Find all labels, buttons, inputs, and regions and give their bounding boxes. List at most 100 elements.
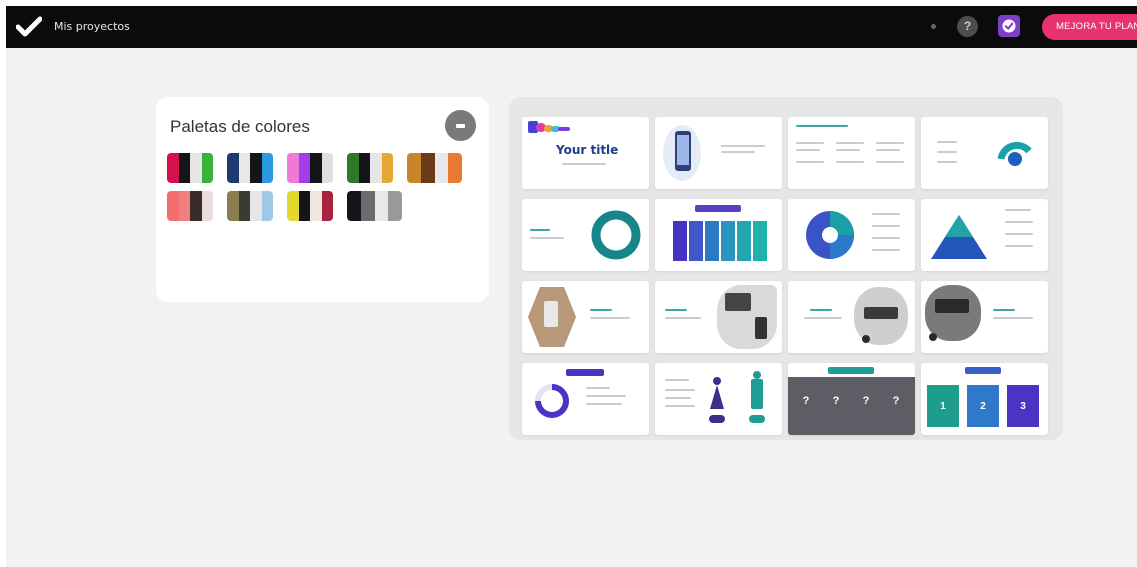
slide-heading-bar [828, 367, 874, 374]
palette-color [178, 153, 190, 183]
slide-title-text: Your title [556, 143, 619, 157]
laptop-icon [935, 299, 969, 313]
laptop-icon [725, 293, 751, 311]
template-slide-9[interactable] [522, 281, 649, 353]
template-slide-1[interactable]: Your title [522, 117, 649, 189]
laptop-icon [864, 307, 898, 319]
phone-screen [677, 135, 689, 165]
slide-text-line [836, 142, 864, 144]
slide-text-line [937, 151, 957, 153]
template-slide-16[interactable]: 1 2 3 [921, 363, 1048, 435]
template-slide-11[interactable] [788, 281, 915, 353]
template-slide-5[interactable] [522, 199, 649, 271]
palette-color [407, 153, 421, 183]
phone-icon [755, 317, 767, 339]
palette-color [347, 153, 359, 183]
color-palette-swatch[interactable] [227, 153, 273, 183]
template-slide-14[interactable] [655, 363, 782, 435]
color-palette-swatch[interactable] [347, 153, 393, 183]
palette-color [321, 153, 333, 183]
slide-text-line [1005, 245, 1033, 247]
color-palette-swatch[interactable] [167, 153, 213, 183]
palette-color [298, 191, 310, 221]
slide-text-line [721, 151, 755, 153]
slide-text-line [872, 237, 900, 239]
palette-color [227, 191, 239, 221]
splash-shape [558, 127, 570, 131]
palette-color [201, 191, 213, 221]
column-block [705, 221, 719, 261]
slide-heading-line [993, 309, 1015, 311]
palette-color [238, 153, 250, 183]
palette-color [388, 191, 402, 221]
palette-color [321, 191, 333, 221]
palette-color [287, 191, 299, 221]
template-slide-7[interactable] [788, 199, 915, 271]
color-palette-swatch[interactable] [347, 191, 402, 221]
slide-text-line [804, 317, 842, 319]
color-palette-swatch[interactable] [227, 191, 273, 221]
palette-color [448, 153, 462, 183]
premium-badge-icon[interactable] [998, 15, 1020, 37]
palette-color [201, 153, 213, 183]
palette-color [360, 191, 375, 221]
template-slide-12[interactable] [921, 281, 1048, 353]
template-slide-2[interactable] [655, 117, 782, 189]
check-logo-icon[interactable] [16, 16, 42, 38]
slide-text-line [796, 142, 824, 144]
template-slide-4[interactable] [921, 117, 1048, 189]
question-mark-label: ? [832, 395, 840, 407]
template-slide-6[interactable] [655, 199, 782, 271]
slide-text-line [937, 161, 957, 163]
palette-color [310, 153, 322, 183]
help-icon[interactable]: ? [957, 16, 978, 37]
palette-color [227, 153, 239, 183]
person-icon-body [710, 385, 724, 409]
more-icon[interactable] [445, 110, 476, 141]
person-icon [753, 371, 761, 379]
palette-color [190, 153, 202, 183]
dot-icon[interactable] [931, 24, 936, 29]
column-block [753, 221, 767, 261]
palette-color [178, 191, 190, 221]
template-slide-13[interactable] [522, 363, 649, 435]
upgrade-plan-button[interactable]: MEJORA TU PLAN [1042, 14, 1137, 40]
palette-color [381, 153, 393, 183]
slide-text-line [586, 387, 610, 389]
label-pill [709, 415, 725, 423]
step-number: 3 [1020, 401, 1026, 412]
slide-text-line [721, 145, 765, 147]
palette-color [167, 153, 179, 183]
palette-color [310, 191, 322, 221]
template-slide-3[interactable] [788, 117, 915, 189]
slide-text-line [993, 317, 1033, 319]
color-palette-swatch[interactable] [167, 191, 213, 221]
slide-text-line [530, 237, 564, 239]
color-palette-swatch[interactable] [287, 191, 333, 221]
templates-panel: Your title ? ? ? ? 1 2 3 [509, 97, 1063, 440]
palettes-title: Paletas de colores [170, 117, 310, 136]
slide-text-line [836, 149, 860, 151]
template-slide-10[interactable] [655, 281, 782, 353]
palette-color [261, 153, 273, 183]
column-block [689, 221, 703, 261]
slide-heading-bar [695, 205, 741, 212]
column-block [737, 221, 751, 261]
palette-color [261, 191, 273, 221]
slide-text-line [872, 249, 900, 251]
half-ring-chart [997, 141, 1032, 166]
template-slide-15[interactable]: ? ? ? ? [788, 363, 915, 435]
color-palette-swatch[interactable] [407, 153, 462, 183]
color-palette-swatch[interactable] [287, 153, 333, 183]
cup-icon [862, 335, 870, 343]
template-slide-8[interactable] [921, 199, 1048, 271]
palette-color [250, 153, 262, 183]
palette-color [250, 191, 262, 221]
question-mark-label: ? [892, 395, 900, 407]
palette-color [167, 191, 179, 221]
progress-ring [535, 384, 569, 418]
palette-color [287, 153, 299, 183]
palette-color [420, 153, 435, 183]
slide-text-line [1005, 221, 1033, 223]
breadcrumb-my-projects[interactable]: Mis proyectos [54, 20, 130, 33]
